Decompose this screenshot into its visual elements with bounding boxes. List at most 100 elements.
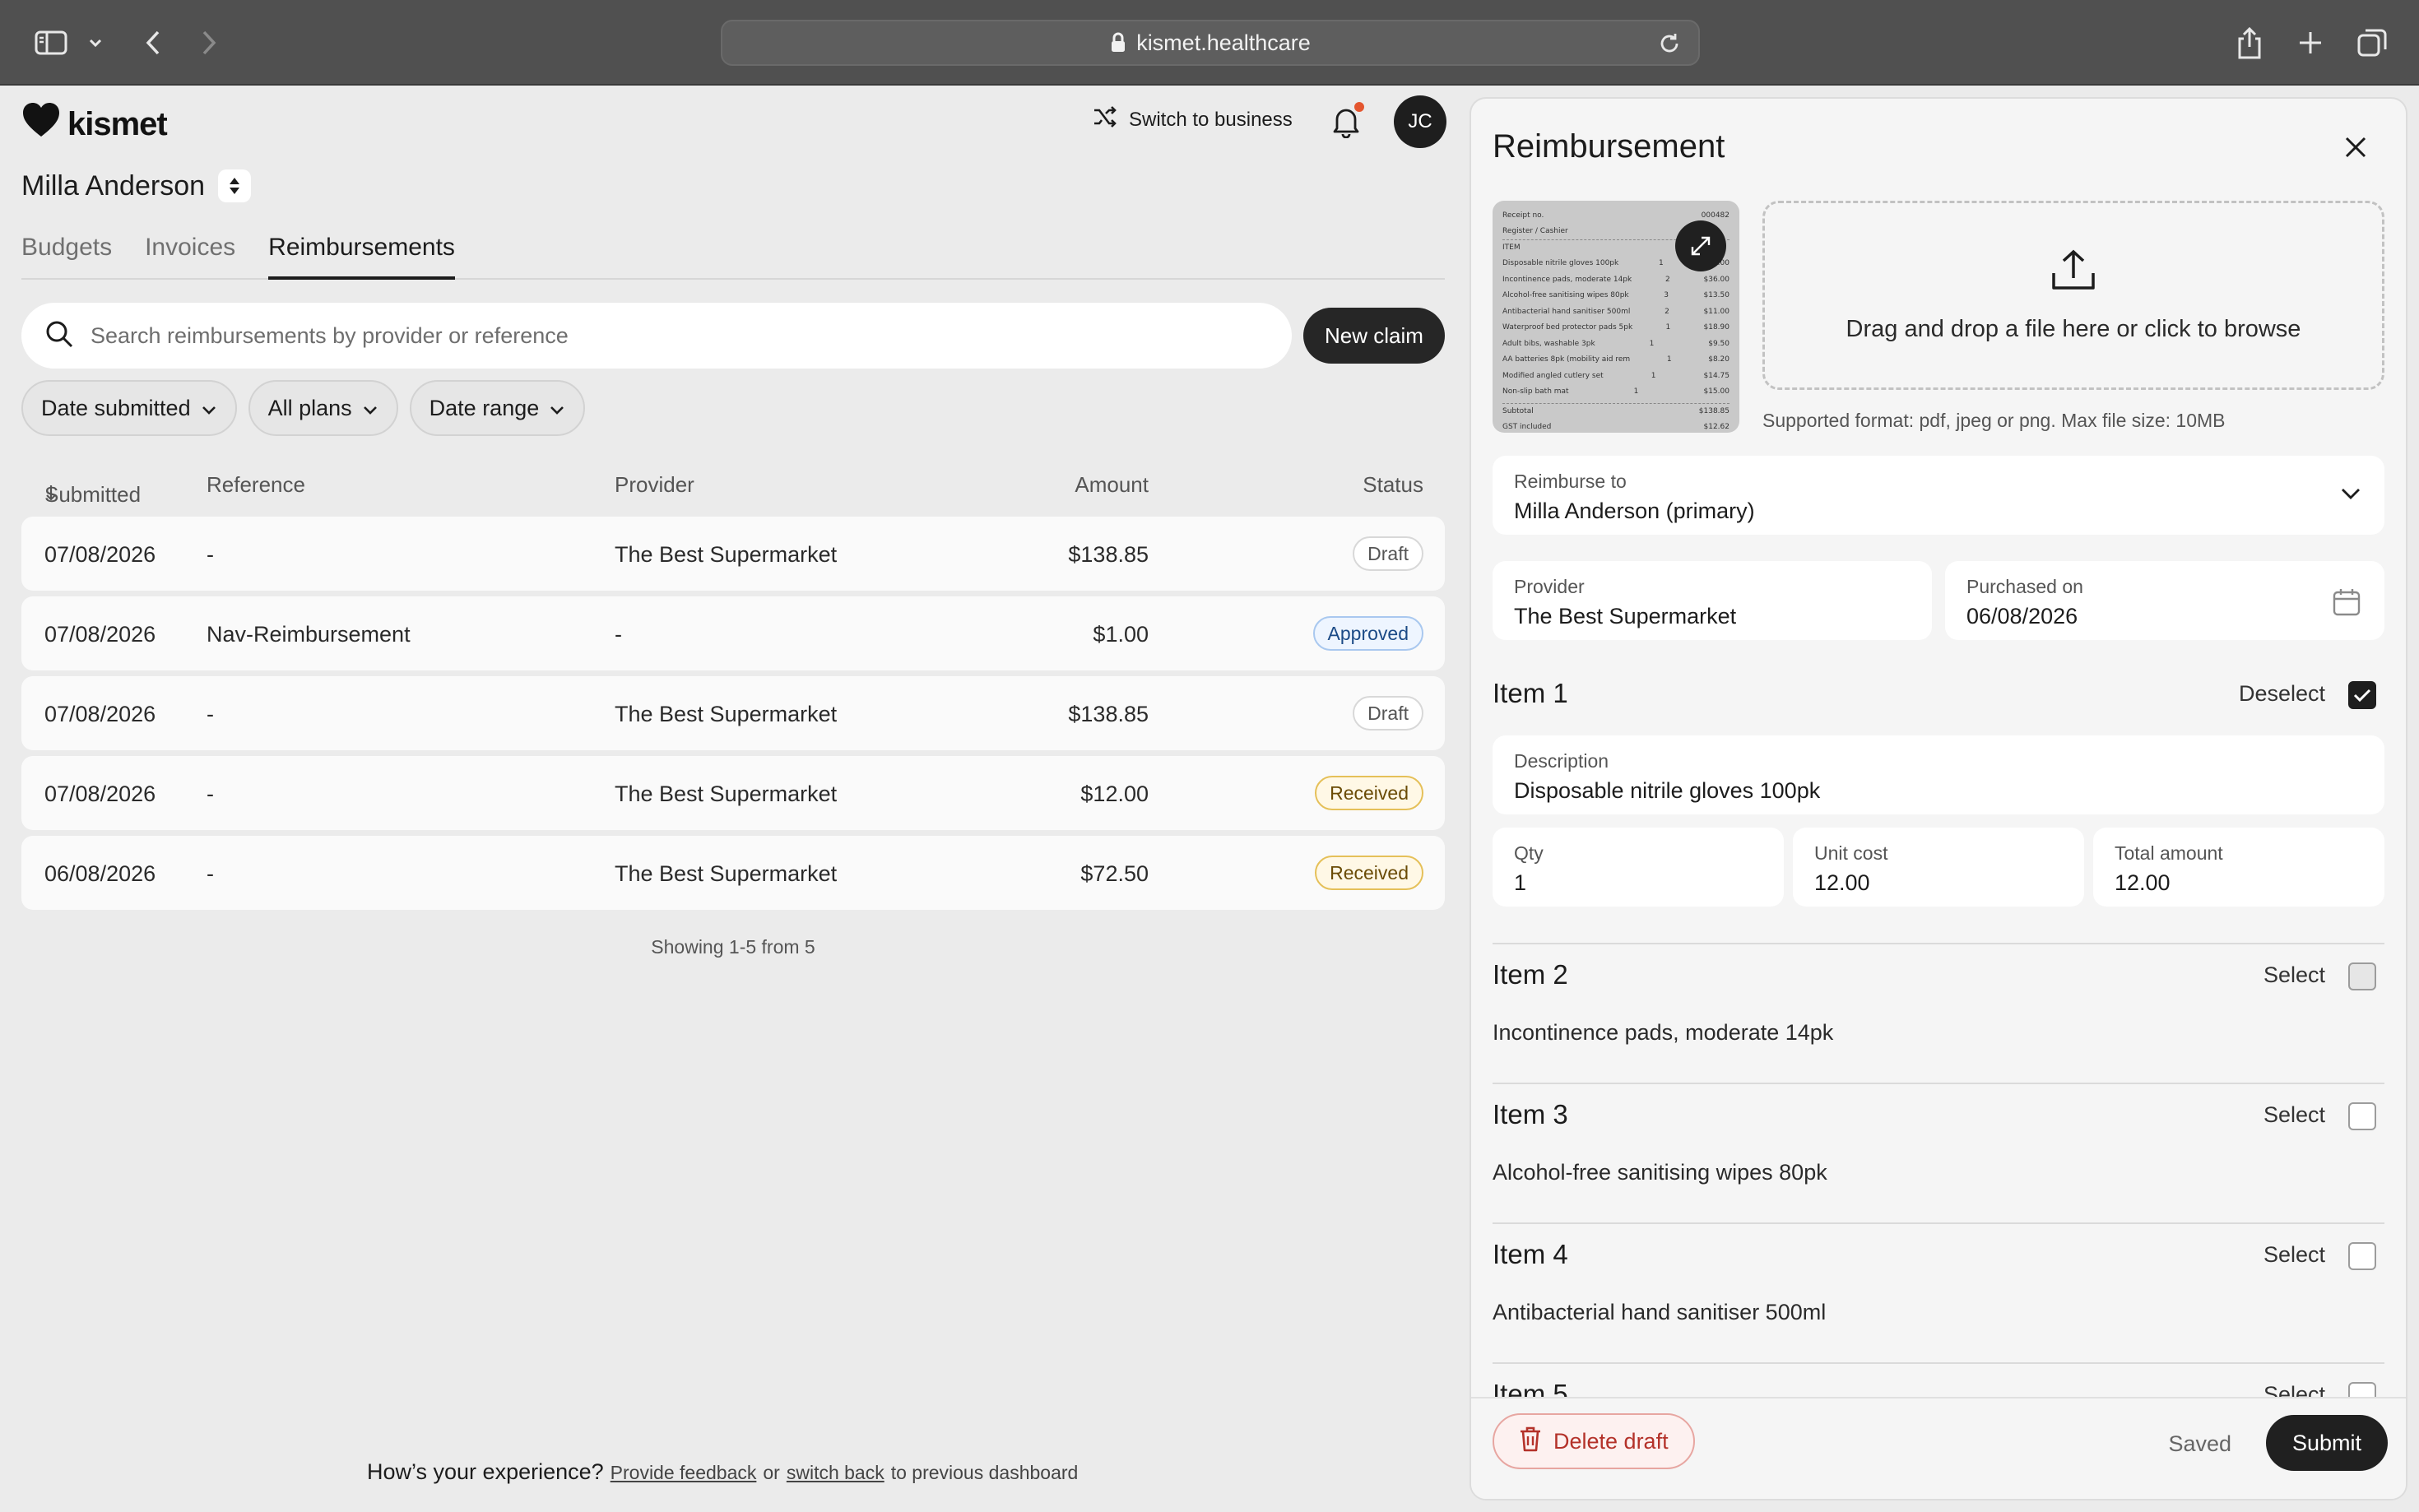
- switch-to-business-button[interactable]: Switch to business: [1093, 105, 1293, 134]
- item-2-checkbox[interactable]: [2348, 962, 2376, 990]
- column-amount: Amount: [1075, 472, 1149, 497]
- table-row[interactable]: 07/08/2026 - The Best Supermarket $138.8…: [21, 676, 1445, 750]
- deselect-label[interactable]: Deselect: [2239, 681, 2325, 707]
- pagination-summary: Showing 1-5 from 5: [651, 936, 815, 958]
- item-4-header: Item 4 Select: [1493, 1234, 2384, 1273]
- delete-draft-button[interactable]: Delete draft: [1493, 1413, 1695, 1469]
- receipt-line-qty: 2: [1665, 307, 1669, 316]
- receipt-header-left: Receipt no.: [1502, 211, 1544, 220]
- receipt-line-name: AA batteries 8pk (mobility aid rem: [1502, 355, 1631, 364]
- address-bar[interactable]: kismet.healthcare: [721, 20, 1700, 66]
- receipt-line-name: Adult bibs, washable 3pk: [1502, 339, 1595, 348]
- switch-to-business-label: Switch to business: [1129, 108, 1293, 131]
- unit-cost-value: 12.00: [1814, 870, 1870, 895]
- sort-updown-icon[interactable]: [218, 169, 252, 202]
- share-icon[interactable]: [2231, 21, 2268, 64]
- table-row[interactable]: 06/08/2026 - The Best Supermarket $72.50…: [21, 836, 1445, 910]
- chevron-down-icon: [549, 396, 565, 421]
- unit-cost-field[interactable]: Unit cost 12.00: [1793, 828, 2084, 907]
- reimbursement-panel: Reimbursement Receipt no. 000482 Register…: [1470, 97, 2407, 1500]
- chevron-down-icon[interactable]: [86, 21, 105, 64]
- purchased-on-field[interactable]: Purchased on 06/08/2026: [1945, 561, 2384, 640]
- reimbursements-table: 07/08/2026 - The Best Supermarket $138.8…: [21, 517, 1445, 916]
- purchased-on-value: 06/08/2026: [1966, 604, 2078, 628]
- receipt-line-name: Disposable nitrile gloves 100pk: [1502, 259, 1619, 268]
- item-3-checkbox[interactable]: [2348, 1102, 2376, 1130]
- search-box[interactable]: [21, 303, 1292, 369]
- logo-text: kismet: [67, 105, 168, 142]
- receipt-line-name: Waterproof bed protector pads 5pk: [1502, 323, 1633, 332]
- total-amount-field[interactable]: Total amount 12.00: [2093, 828, 2384, 907]
- column-reference: Reference: [207, 472, 305, 497]
- cell-amount: $138.85: [1068, 702, 1149, 726]
- divider: [1493, 1362, 2384, 1364]
- description-value: Disposable nitrile gloves 100pk: [1514, 778, 1821, 803]
- browser-toolbar: kismet.healthcare: [0, 0, 2419, 86]
- item-1-checkbox[interactable]: [2348, 681, 2376, 709]
- file-dropzone[interactable]: Drag and drop a file here or click to br…: [1762, 201, 2384, 390]
- reimburse-to-value: Milla Anderson (primary): [1514, 499, 1755, 523]
- calendar-icon[interactable]: [2332, 587, 2361, 621]
- table-row[interactable]: 07/08/2026 - The Best Supermarket $12.00…: [21, 756, 1445, 830]
- kismet-logo[interactable]: kismet: [21, 102, 168, 146]
- cell-provider: The Best Supermarket: [615, 702, 838, 726]
- dropzone-text: Drag and drop a file here or click to br…: [1846, 315, 2301, 342]
- filter-all-plans[interactable]: All plans: [248, 380, 398, 436]
- new-claim-button[interactable]: New claim: [1303, 308, 1445, 364]
- table-row[interactable]: 07/08/2026 Nav-Reimbursement - $1.00 App…: [21, 596, 1445, 670]
- tab-invoices[interactable]: Invoices: [145, 232, 235, 280]
- switch-back-link[interactable]: switch back: [787, 1462, 884, 1484]
- select-label[interactable]: Select: [2263, 1102, 2325, 1128]
- receipt-line-price: $11.00: [1703, 307, 1730, 316]
- receipt-line-price: $13.50: [1703, 291, 1730, 300]
- close-icon[interactable]: [2343, 135, 2368, 164]
- reload-icon[interactable]: [1657, 31, 1682, 56]
- receipt-gst: $12.62: [1703, 423, 1730, 432]
- status-badge: Received: [1315, 856, 1423, 890]
- cell-submitted: 07/08/2026: [44, 782, 156, 806]
- sidebar-toggle-icon[interactable]: [30, 21, 72, 64]
- tab-overview-icon[interactable]: [2353, 21, 2391, 64]
- divider: [1493, 1083, 2384, 1084]
- table-row[interactable]: 07/08/2026 - The Best Supermarket $138.8…: [21, 517, 1445, 591]
- receipt-line-price: $8.20: [1708, 355, 1730, 364]
- receipt-col-item: ITEM: [1502, 243, 1521, 253]
- chevron-down-icon: [2340, 487, 2361, 504]
- description-field[interactable]: Description Disposable nitrile gloves 10…: [1493, 735, 2384, 814]
- notification-dot: [1354, 102, 1364, 112]
- expand-icon[interactable]: [1675, 220, 1726, 271]
- tab-budgets[interactable]: Budgets: [21, 232, 112, 280]
- filter-date-range[interactable]: Date range: [409, 380, 586, 436]
- qty-field[interactable]: Qty 1: [1493, 828, 1784, 907]
- provider-field[interactable]: Provider The Best Supermarket: [1493, 561, 1932, 640]
- upload-icon: [2050, 248, 2096, 298]
- status-badge: Received: [1315, 776, 1423, 810]
- avatar[interactable]: JC: [1394, 95, 1446, 148]
- filter-label: Date submitted: [41, 395, 191, 420]
- tab-reimbursements[interactable]: Reimbursements: [268, 232, 455, 280]
- filter-date-submitted[interactable]: Date submitted: [21, 380, 237, 436]
- shuffle-icon: [1093, 105, 1117, 134]
- person-selector[interactable]: Milla Anderson: [21, 169, 252, 202]
- search-input[interactable]: [91, 322, 1242, 349]
- item-4-checkbox[interactable]: [2348, 1242, 2376, 1270]
- receipt-line-name: Non-slip bath mat: [1502, 387, 1569, 397]
- back-arrow-icon[interactable]: [138, 21, 168, 64]
- receipt-line-price: $9.50: [1708, 339, 1730, 348]
- item-description: Alcohol-free sanitising wipes 80pk: [1493, 1160, 1827, 1185]
- new-tab-icon[interactable]: [2292, 21, 2328, 64]
- submit-button[interactable]: Submit: [2266, 1415, 2388, 1471]
- receipt-header-right: 000482: [1701, 211, 1730, 220]
- receipt-line-name: Alcohol-free sanitising wipes 80pk: [1502, 291, 1629, 300]
- provider-label: Provider: [1514, 576, 1585, 597]
- item-1-header: Item 1 Deselect: [1493, 673, 2384, 712]
- cell-reference: -: [207, 861, 214, 886]
- forward-arrow-icon[interactable]: [194, 21, 224, 64]
- select-label[interactable]: Select: [2263, 1242, 2325, 1268]
- provide-feedback-link[interactable]: Provide feedback: [611, 1462, 757, 1484]
- receipt-thumbnail[interactable]: Receipt no. 000482 Register / Cashier ITE…: [1493, 201, 1739, 433]
- receipt-line-qty: 1: [1665, 323, 1671, 332]
- select-label[interactable]: Select: [2263, 962, 2325, 988]
- receipt-subtotal-label: Subtotal: [1502, 407, 1534, 416]
- reimburse-to-select[interactable]: Reimburse to Milla Anderson (primary): [1493, 456, 2384, 535]
